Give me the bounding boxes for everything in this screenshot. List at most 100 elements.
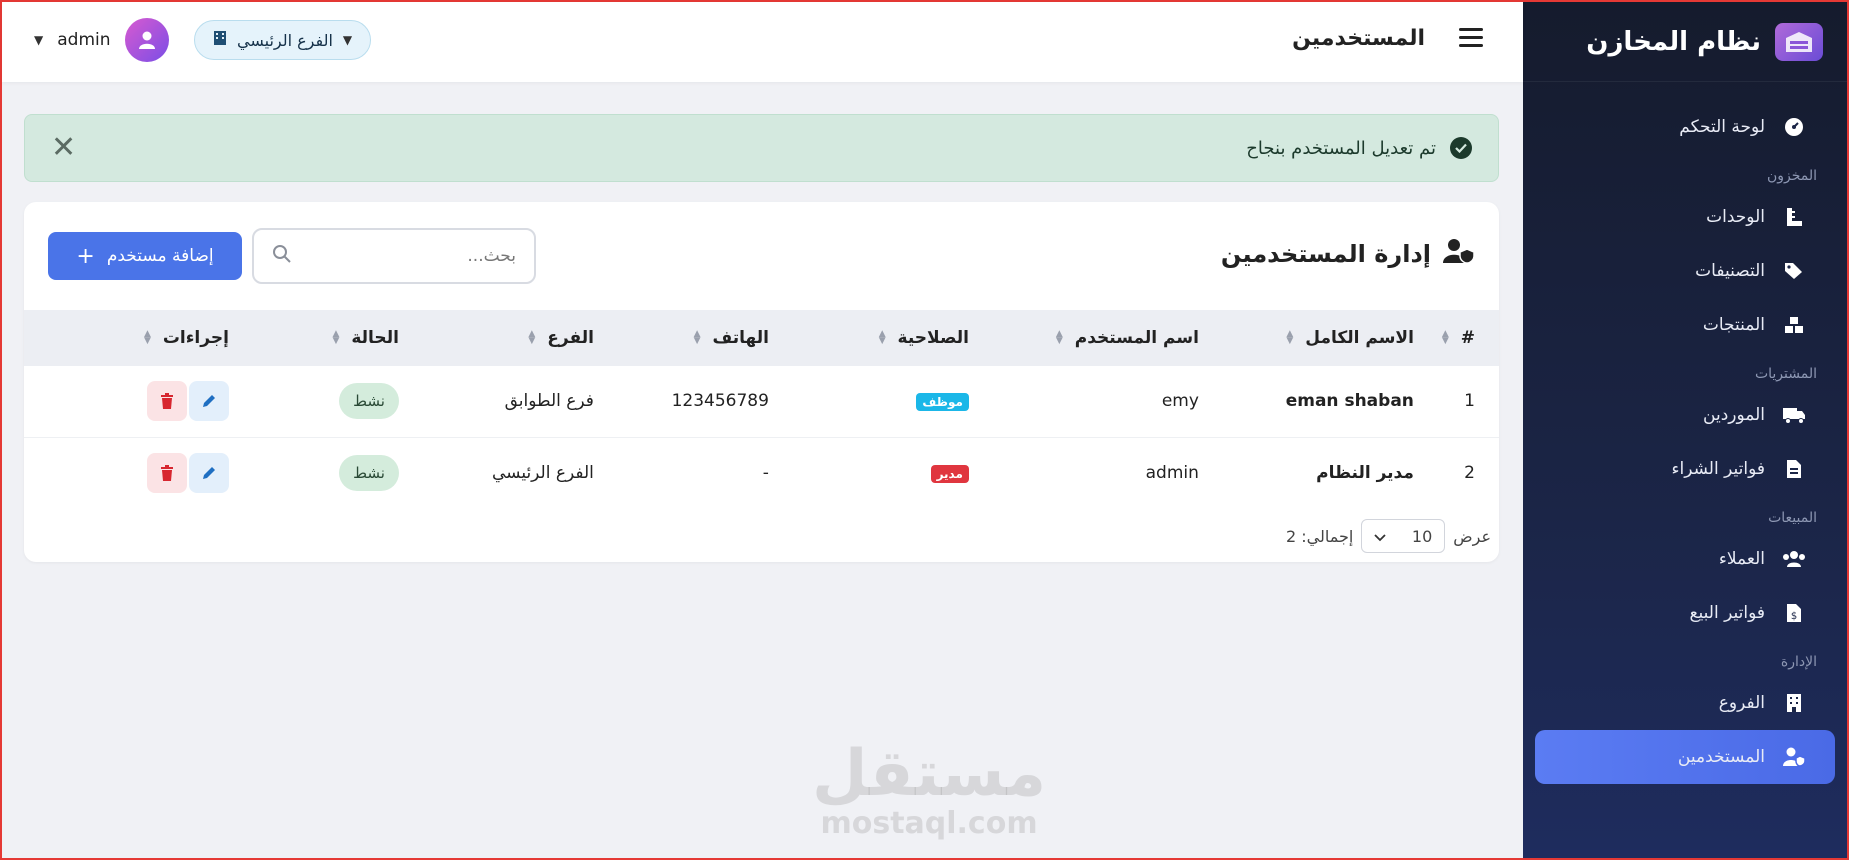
close-icon[interactable]: ✕ <box>51 133 76 163</box>
col-header-status[interactable]: الحالة ▲ ▼ <box>243 310 413 366</box>
sidebar-item-branches[interactable]: الفروع <box>1535 676 1835 730</box>
username: admin <box>57 30 111 50</box>
users-table: # ▲ ▼ الاسم الكامل ▲ ▼ اسم المستخدم ▲ ▼ الص… <box>24 310 1499 508</box>
trash-icon <box>160 464 173 481</box>
col-header-number[interactable]: # ▲ ▼ <box>1428 310 1499 366</box>
truck-icon <box>1781 406 1807 424</box>
cell-branch: الفرع الرئيسي <box>491 462 594 483</box>
success-alert: تم تعديل المستخدم بنجاح ✕ <box>24 114 1499 182</box>
brand[interactable]: نظام المخازن <box>1523 2 1847 82</box>
cell-role: مدير <box>783 437 983 508</box>
sidebar-item-dashboard[interactable]: لوحة التحكم <box>1535 100 1835 154</box>
table-row: 2 مدير النظام admin مدير - الفرع الرئيسي… <box>24 437 1499 508</box>
dollar-invoice-icon: $ <box>1781 603 1807 623</box>
page-size-select[interactable]: 10 <box>1361 519 1446 553</box>
edit-button[interactable] <box>188 452 229 493</box>
cell-number: 1 <box>1464 391 1475 412</box>
cell-phone: 123456789 <box>671 391 769 412</box>
col-header-actions[interactable]: إجراءات ▲ ▼ <box>24 310 243 366</box>
user-shield-icon <box>1443 238 1475 270</box>
sidebar-item-label: الموردين <box>1703 405 1765 425</box>
sidebar-item-label: التصنيفات <box>1695 261 1765 281</box>
search-input[interactable]: بحث... <box>252 228 536 284</box>
sidebar-item-customers[interactable]: العملاء <box>1535 532 1835 586</box>
col-header-phone[interactable]: الهاتف ▲ ▼ <box>608 310 783 366</box>
pencil-icon <box>202 466 215 479</box>
building-icon <box>1781 693 1807 713</box>
alert-message: تم تعديل المستخدم بنجاح <box>1246 137 1436 159</box>
section-sales: المبيعات <box>1768 510 1817 526</box>
sidebar: نظام المخازن لوحة التحكم المخزون الوحدات… <box>1523 2 1847 858</box>
user-icon <box>138 31 155 49</box>
branch-selector[interactable]: ▼ الفرع الرئيسي <box>194 20 372 60</box>
card-title-text: إدارة المستخدمين <box>1220 240 1431 268</box>
delete-button[interactable] <box>146 381 187 422</box>
trash-icon <box>160 393 173 410</box>
role-badge: موظف <box>916 393 969 412</box>
check-circle-icon <box>1450 137 1472 159</box>
table-row: 1 eman shaban emy موظف 123456789 فرع الط… <box>24 366 1499 437</box>
tags-icon <box>1781 262 1807 280</box>
col-header-username[interactable]: اسم المستخدم ▲ ▼ <box>983 310 1213 366</box>
sidebar-item-label: لوحة التحكم <box>1679 117 1765 137</box>
search-icon <box>272 244 292 269</box>
sidebar-item-label: الفروع <box>1718 693 1765 713</box>
sidebar-nav: لوحة التحكم المخزون الوحدات التصنيفات ال… <box>1523 82 1847 784</box>
cell-username: admin <box>1145 462 1199 483</box>
sidebar-item-label: فواتير البيع <box>1689 603 1766 623</box>
menu-toggle-icon[interactable] <box>1459 28 1483 52</box>
col-header-branch[interactable]: الفرع ▲ ▼ <box>413 310 608 366</box>
invoice-icon <box>1781 459 1807 479</box>
status-badge: نشط <box>339 454 399 491</box>
chevron-down-icon <box>1374 527 1386 546</box>
sidebar-item-label: المستخدمين <box>1677 747 1765 767</box>
add-user-label: إضافة مستخدم <box>106 246 214 266</box>
users-icon <box>1781 550 1807 568</box>
topbar: المستخدمين ▼ الفرع الرئيسي admin ▼ <box>2 2 1523 82</box>
cell-phone: - <box>762 462 769 483</box>
users-card: إدارة المستخدمين بحث... إضافة مستخدم + #… <box>24 202 1499 562</box>
sidebar-item-categories[interactable]: التصنيفات <box>1535 244 1835 298</box>
section-inventory: المخزون <box>1766 168 1817 184</box>
sidebar-item-suppliers[interactable]: الموردين <box>1535 388 1835 442</box>
edit-button[interactable] <box>188 381 229 422</box>
brand-title: نظام المخازن <box>1586 26 1761 57</box>
caret-down-icon: ▼ <box>342 33 353 47</box>
svg-text:$: $ <box>1791 611 1797 622</box>
sidebar-item-sales-invoices[interactable]: $ فواتير البيع <box>1535 586 1835 640</box>
cell-role: موظف <box>783 366 983 437</box>
cell-status: نشط <box>243 366 413 437</box>
col-header-full-name[interactable]: الاسم الكامل ▲ ▼ <box>1213 310 1428 366</box>
pencil-icon <box>202 395 215 408</box>
branch-name: الفرع الرئيسي <box>237 30 333 50</box>
show-label: عرض <box>1453 526 1491 546</box>
warehouse-logo-icon <box>1775 22 1823 61</box>
gauge-icon <box>1781 117 1807 137</box>
cell-branch: فرع الطوابق <box>504 391 594 412</box>
avatar <box>124 18 169 62</box>
caret-down-icon: ▼ <box>34 33 44 47</box>
sidebar-item-users[interactable]: المستخدمين <box>1535 730 1835 784</box>
col-header-role[interactable]: الصلاحية ▲ ▼ <box>783 310 983 366</box>
table-header-row: # ▲ ▼ الاسم الكامل ▲ ▼ اسم المستخدم ▲ ▼ الص… <box>24 310 1499 366</box>
user-menu[interactable]: admin ▼ <box>34 18 169 62</box>
boxes-icon <box>1781 316 1807 334</box>
add-user-button[interactable]: إضافة مستخدم + <box>48 232 242 280</box>
sidebar-item-label: فواتير الشراء <box>1671 459 1765 479</box>
cell-number: 2 <box>1464 462 1475 483</box>
sidebar-item-label: العملاء <box>1718 549 1765 569</box>
section-admin: الإدارة <box>1780 654 1817 670</box>
watermark: مستقل mostaql.com <box>812 742 1046 841</box>
sidebar-item-purchase-invoices[interactable]: فواتير الشراء <box>1535 442 1835 496</box>
table-footer: عرض 10 إجمالي: 2 <box>24 510 1499 562</box>
cell-username: emy <box>1161 391 1199 412</box>
sidebar-item-units[interactable]: الوحدات <box>1535 190 1835 244</box>
sidebar-item-products[interactable]: المنتجات <box>1535 298 1835 352</box>
watermark-latin: mostaql.com <box>820 806 1038 841</box>
watermark-arabic: مستقل <box>812 737 1047 811</box>
delete-button[interactable] <box>146 452 187 493</box>
user-shield-icon <box>1781 747 1807 767</box>
cell-actions <box>24 366 243 437</box>
total-count: إجمالي: 2 <box>1285 526 1354 546</box>
page-size-value: 10 <box>1411 526 1433 546</box>
